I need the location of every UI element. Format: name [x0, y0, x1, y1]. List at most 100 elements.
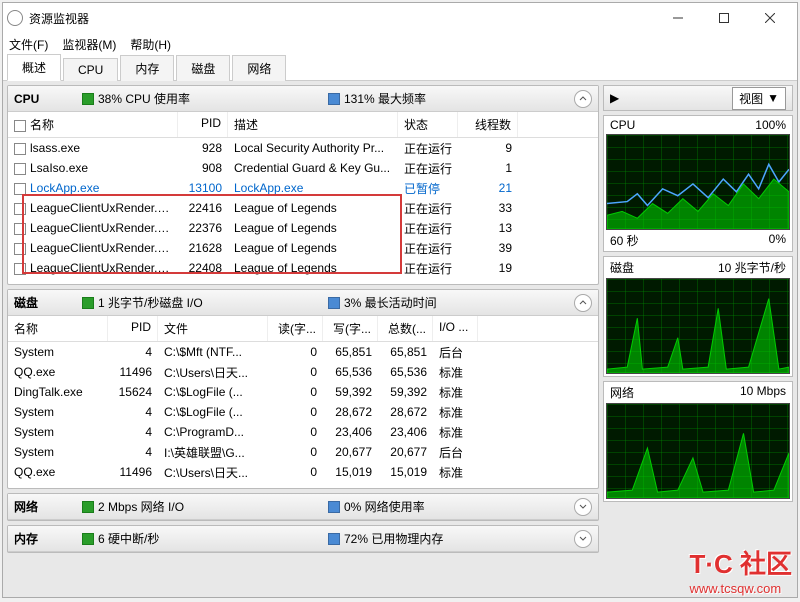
col-threads[interactable]: 线程数: [458, 112, 518, 137]
checkbox-icon[interactable]: [14, 163, 26, 175]
maximize-button[interactable]: [701, 3, 747, 33]
chart-min: 0%: [769, 232, 786, 249]
table-row[interactable]: LsaIso.exe908Credential Guard & Key Gu..…: [8, 158, 598, 178]
checkbox-icon[interactable]: [14, 243, 26, 255]
tab-cpu[interactable]: CPU: [63, 58, 118, 81]
content-area: CPU 38% CPU 使用率 131% 最大频率 名称 PID 描述 状态 线…: [3, 81, 797, 597]
table-row[interactable]: lsass.exe928Local Security Authority Pr.…: [8, 138, 598, 158]
cpu-panel-title: CPU: [14, 92, 74, 106]
checkbox-icon[interactable]: [14, 143, 26, 155]
table-row[interactable]: LockApp.exe13100LockApp.exe已暂停21: [8, 178, 598, 198]
mem-stat-used: 72% 已用物理内存: [328, 530, 566, 547]
menu-monitor[interactable]: 监视器(M): [62, 36, 116, 53]
col-status[interactable]: 状态: [398, 112, 458, 137]
disk-table[interactable]: 名称 PID 文件 读(字... 写(字... 总数(... I/O ... S…: [8, 316, 598, 488]
window-title: 资源监视器: [29, 10, 655, 27]
square-icon: [82, 533, 94, 545]
close-button[interactable]: [747, 3, 793, 33]
square-icon: [328, 297, 340, 309]
tab-memory[interactable]: 内存: [120, 55, 174, 81]
table-row[interactable]: DingTalk.exe15624C:\$LogFile (...059,392…: [8, 382, 598, 402]
chart-canvas: [606, 278, 790, 374]
disk-stat-io: 1 兆字节/秒磁盘 I/O: [82, 294, 320, 311]
window-controls: [655, 3, 793, 33]
chart-title: CPU: [610, 118, 635, 132]
network-chart: 网络10 Mbps: [603, 381, 793, 502]
expand-icon[interactable]: [574, 498, 592, 516]
cpu-panel-header[interactable]: CPU 38% CPU 使用率 131% 最大频率: [8, 86, 598, 112]
col-pid[interactable]: PID: [178, 112, 228, 137]
collapse-icon[interactable]: [574, 294, 592, 312]
chart-title: 磁盘: [610, 259, 634, 276]
col-io[interactable]: I/O ...: [433, 316, 478, 341]
app-icon: [7, 10, 23, 26]
square-icon: [82, 93, 94, 105]
checkbox-icon[interactable]: [14, 263, 26, 275]
menu-file[interactable]: 文件(F): [9, 36, 48, 53]
col-total[interactable]: 总数(...: [378, 316, 433, 341]
minimize-button[interactable]: [655, 3, 701, 33]
table-row[interactable]: System4I:\英雄联盟\G...020,67720,677后台: [8, 442, 598, 462]
square-icon: [82, 297, 94, 309]
col-pid[interactable]: PID: [108, 316, 158, 341]
col-name[interactable]: 名称: [8, 112, 178, 137]
checkbox-icon[interactable]: [14, 183, 26, 195]
cpu-table-header: 名称 PID 描述 状态 线程数: [8, 112, 598, 138]
col-name[interactable]: 名称: [8, 316, 108, 341]
network-panel: 网络 2 Mbps 网络 I/O 0% 网络使用率: [7, 493, 599, 521]
col-write[interactable]: 写(字...: [323, 316, 378, 341]
tab-overview[interactable]: 概述: [7, 54, 61, 81]
table-row[interactable]: QQ.exe11496C:\Users\日天...065,53665,536标准: [8, 362, 598, 382]
chart-max: 10 兆字节/秒: [718, 259, 786, 276]
network-panel-header[interactable]: 网络 2 Mbps 网络 I/O 0% 网络使用率: [8, 494, 598, 520]
table-row[interactable]: System4C:\$LogFile (...028,67228,672标准: [8, 402, 598, 422]
titlebar: 资源监视器: [3, 3, 797, 33]
table-row[interactable]: LeagueClientUxRender.exe22416League of L…: [8, 198, 598, 218]
cpu-table[interactable]: 名称 PID 描述 状态 线程数 lsass.exe928Local Secur…: [8, 112, 598, 284]
chevron-right-icon[interactable]: ▶: [610, 91, 619, 105]
chart-canvas: [606, 403, 790, 499]
chart-max: 100%: [755, 118, 786, 132]
cpu-stat-freq: 131% 最大频率: [328, 90, 566, 107]
expand-icon[interactable]: [574, 530, 592, 548]
col-file[interactable]: 文件: [158, 316, 268, 341]
table-row[interactable]: LeagueClientUxRender.exe22408League of L…: [8, 258, 598, 278]
col-read[interactable]: 读(字...: [268, 316, 323, 341]
view-dropdown[interactable]: 视图▼: [732, 87, 786, 110]
square-icon: [328, 533, 340, 545]
tab-disk[interactable]: 磁盘: [176, 55, 230, 81]
chart-xlabel: 60 秒: [610, 232, 639, 249]
collapse-icon[interactable]: [574, 90, 592, 108]
cpu-panel: CPU 38% CPU 使用率 131% 最大频率 名称 PID 描述 状态 线…: [7, 85, 599, 285]
disk-panel-header[interactable]: 磁盘 1 兆字节/秒磁盘 I/O 3% 最长活动时间: [8, 290, 598, 316]
table-row[interactable]: System4C:\$Mft (NTF...065,85165,851后台: [8, 342, 598, 362]
chart-canvas: [606, 134, 790, 230]
square-icon: [328, 93, 340, 105]
cpu-chart: CPU 100% 60 秒 0%: [603, 115, 793, 252]
square-icon: [328, 501, 340, 513]
table-row[interactable]: QQ.exe11496C:\Users\日天...015,01915,019标准: [8, 462, 598, 482]
table-row[interactable]: LeagueClientUxRender.exe22376League of L…: [8, 218, 598, 238]
left-column: CPU 38% CPU 使用率 131% 最大频率 名称 PID 描述 状态 线…: [7, 85, 599, 593]
charts-header: ▶ 视图▼: [603, 85, 793, 111]
checkbox-icon[interactable]: [14, 223, 26, 235]
table-row[interactable]: System4C:\ProgramD...023,40623,406标准: [8, 422, 598, 442]
mem-stat-faults: 6 硬中断/秒: [82, 530, 320, 547]
tab-network[interactable]: 网络: [232, 55, 286, 81]
disk-panel-title: 磁盘: [14, 294, 74, 311]
chart-max: 10 Mbps: [740, 384, 786, 401]
app-window: 资源监视器 文件(F) 监视器(M) 帮助(H) 概述 CPU 内存 磁盘 网络…: [2, 2, 798, 598]
net-stat-io: 2 Mbps 网络 I/O: [82, 498, 320, 515]
right-column: ▶ 视图▼ CPU 100% 60 秒 0% 磁盘 10 兆字节/秒: [603, 85, 793, 593]
checkbox-icon[interactable]: [14, 203, 26, 215]
memory-panel-header[interactable]: 内存 6 硬中断/秒 72% 已用物理内存: [8, 526, 598, 552]
table-row[interactable]: LeagueClientUxRender.exe21628League of L…: [8, 238, 598, 258]
disk-table-header: 名称 PID 文件 读(字... 写(字... 总数(... I/O ...: [8, 316, 598, 342]
network-panel-title: 网络: [14, 498, 74, 515]
memory-panel: 内存 6 硬中断/秒 72% 已用物理内存: [7, 525, 599, 553]
checkbox-icon[interactable]: [14, 120, 26, 132]
disk-panel: 磁盘 1 兆字节/秒磁盘 I/O 3% 最长活动时间 名称 PID 文件 读(字…: [7, 289, 599, 489]
menu-help[interactable]: 帮助(H): [130, 36, 171, 53]
memory-panel-title: 内存: [14, 530, 74, 547]
col-desc[interactable]: 描述: [228, 112, 398, 137]
